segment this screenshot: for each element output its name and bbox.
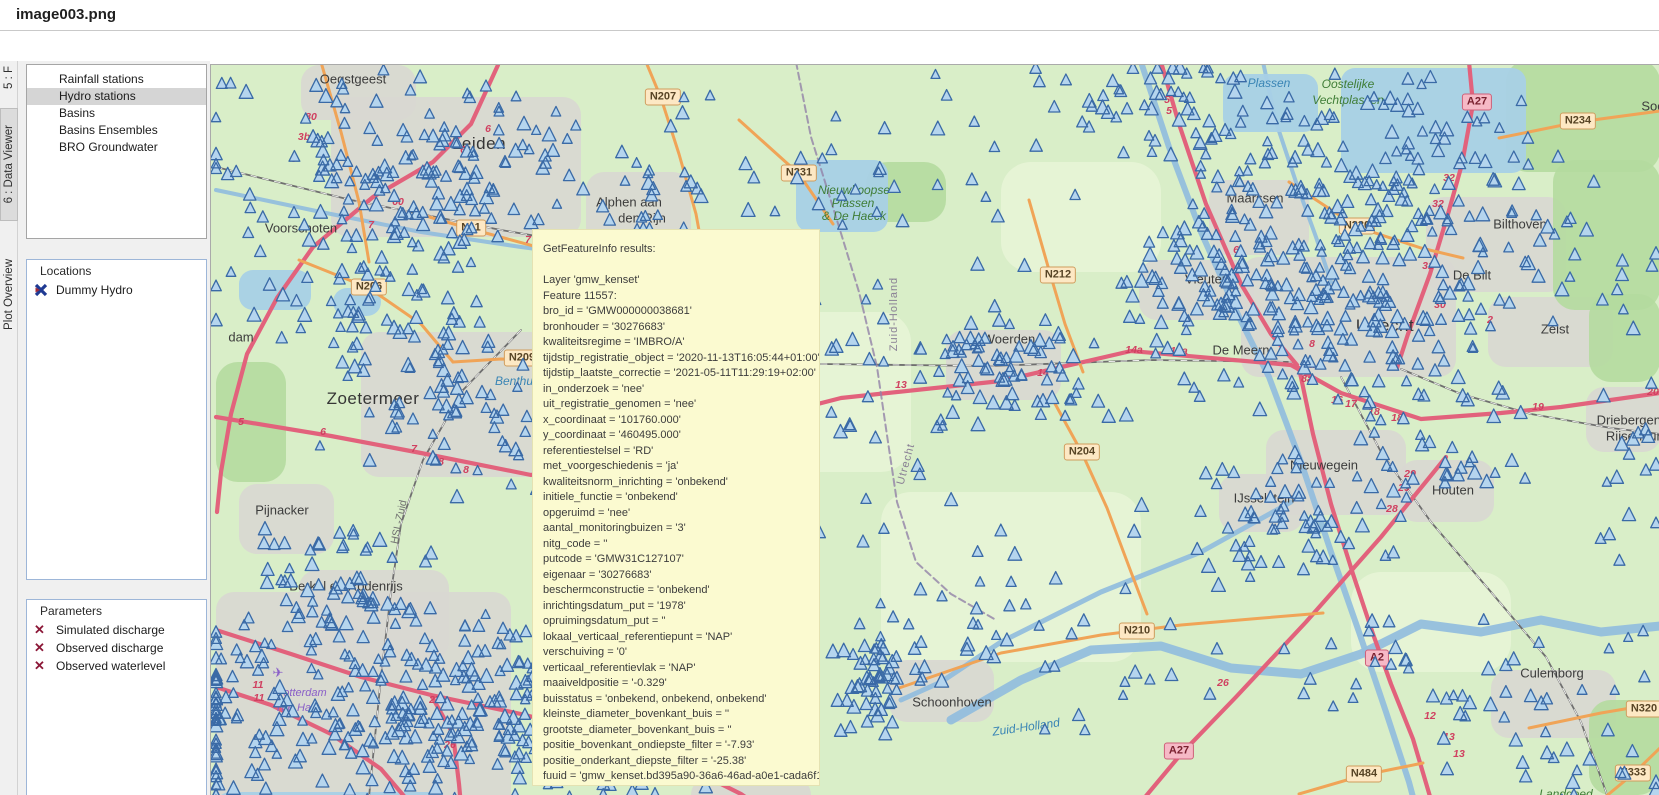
layer-item-hydro-stations[interactable]: Hydro stations xyxy=(27,88,206,105)
map-canvas[interactable]: OegstgeestLeidenVoorschotendamAlphen aan… xyxy=(210,64,1659,795)
parameter-label: Simulated discharge xyxy=(50,621,165,639)
parameter-label: Observed discharge xyxy=(50,639,163,657)
vertical-tab-strip: 5 : F 6 : Data Viewer Plot Overview xyxy=(0,61,18,795)
window-title: image003.png xyxy=(16,6,116,23)
x-mark-icon: ✕ xyxy=(34,657,50,675)
layer-item-rainfall-stations[interactable]: Rainfall stations xyxy=(27,71,206,88)
locations-panel: Locations Dummy Hydro xyxy=(26,259,207,580)
x-mark-icon: ✕ xyxy=(34,621,50,639)
content-area: 5 : F 6 : Data Viewer Plot Overview Rain… xyxy=(0,30,1659,795)
layer-item-basins[interactable]: Basins xyxy=(27,105,206,122)
hydro-marker-icon xyxy=(34,283,50,297)
layer-list-panel: Rainfall stationsHydro stationsBasinsBas… xyxy=(26,64,207,239)
locations-list: Dummy Hydro xyxy=(27,281,206,299)
sidebar: Rainfall stationsHydro stationsBasinsBas… xyxy=(18,61,210,795)
getfeatureinfo-tooltip: GetFeatureInfo results: Layer 'gmw_kense… xyxy=(532,229,820,786)
parameter-label: Observed waterlevel xyxy=(50,657,165,675)
title-bar: image003.png xyxy=(0,0,1659,30)
parameter-item-simulated-discharge[interactable]: ✕Simulated discharge xyxy=(27,621,206,639)
location-item-dummy-hydro[interactable]: Dummy Hydro xyxy=(27,281,206,299)
layer-item-bro-groundwater[interactable]: BRO Groundwater xyxy=(27,139,206,156)
tab-5-f[interactable]: 5 : F xyxy=(0,61,18,95)
layer-item-basins-ensembles[interactable]: Basins Ensembles xyxy=(27,122,206,139)
parameters-header: Parameters xyxy=(27,600,206,621)
parameter-item-observed-waterlevel[interactable]: ✕Observed waterlevel xyxy=(27,657,206,675)
parameter-item-observed-discharge[interactable]: ✕Observed discharge xyxy=(27,639,206,657)
x-mark-icon: ✕ xyxy=(34,639,50,657)
application-window: image003.png 5 : F 6 : Data Viewer Plot … xyxy=(0,0,1659,795)
parameters-list: ✕Simulated discharge✕Observed discharge✕… xyxy=(27,621,206,675)
location-label: Dummy Hydro xyxy=(50,281,133,299)
locations-header: Locations xyxy=(27,260,206,281)
tab-data-viewer[interactable]: 6 : Data Viewer xyxy=(0,108,18,221)
parameters-panel: Parameters ✕Simulated discharge✕Observed… xyxy=(26,599,207,795)
layer-list: Rainfall stationsHydro stationsBasinsBas… xyxy=(27,65,206,156)
tab-plot-overview[interactable]: Plot Overview xyxy=(0,229,18,359)
